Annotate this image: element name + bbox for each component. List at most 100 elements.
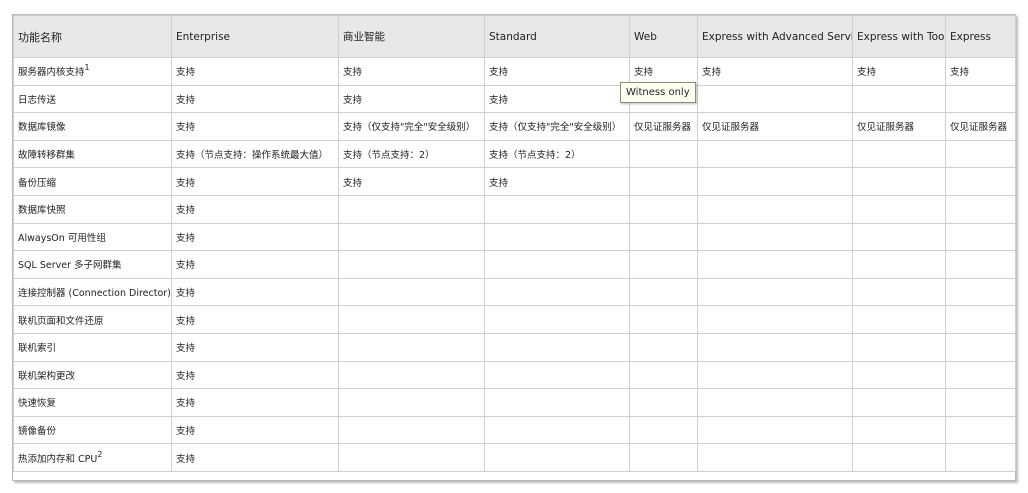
feature-name: 数据库快照 xyxy=(18,205,66,217)
table-cell xyxy=(852,139,946,169)
table-cell: 支持 xyxy=(629,57,698,86)
feature-name-cell: AlwaysOn 可用性组 xyxy=(13,222,172,252)
table-cell xyxy=(697,277,853,307)
table-row: 数据库镜像 支持 支持（仅支持"完全"安全级别） 支持（仅支持"完全"安全级别） 仅见证… xyxy=(13,112,1016,141)
table-cell xyxy=(852,388,946,417)
table-cell xyxy=(484,277,630,307)
table-cell xyxy=(852,222,946,252)
table-cell: 支持 xyxy=(171,57,339,86)
table-cell xyxy=(945,332,1016,362)
feature-name-cell: 服务器内核支持1 xyxy=(13,57,172,86)
table-cell xyxy=(697,332,853,362)
feature-name: 备份压缩 xyxy=(18,177,57,189)
table-cell xyxy=(945,277,1016,307)
table-cell xyxy=(945,443,1016,472)
table-cell xyxy=(338,443,485,472)
table-cell xyxy=(484,194,630,224)
column-header-express: Express xyxy=(945,15,1016,58)
table-row: 故障转移群集 支持（节点支持：操作系统最大值） 支持（节点支持：2） 支持（节点支持：… xyxy=(13,139,1016,169)
feature-name-cell: 数据库镜像 xyxy=(13,112,172,141)
table-cell xyxy=(697,388,853,417)
table-cell xyxy=(484,415,630,445)
table-cell xyxy=(852,167,946,196)
feature-name-cell: 备份压缩 xyxy=(13,167,172,196)
table-cell xyxy=(484,443,630,472)
table-row: 连接控制器 (Connection Director) 支持 xyxy=(13,277,1016,307)
table-cell: 支持（仅支持"完全"安全级别） xyxy=(484,112,630,141)
footnote-marker: 1 xyxy=(84,63,90,73)
table-cell xyxy=(629,332,698,362)
table-row: 联机索引 支持 xyxy=(13,332,1016,362)
feature-name-cell: 联机页面和文件还原 xyxy=(13,305,172,334)
feature-name-cell: 联机索引 xyxy=(13,332,172,362)
table-cell xyxy=(484,388,630,417)
table-cell xyxy=(484,250,630,279)
table-cell: 支持 xyxy=(171,84,339,114)
table-cell xyxy=(945,84,1016,114)
table-cell: 支持 xyxy=(171,415,339,445)
table-cell xyxy=(338,415,485,445)
table-cell xyxy=(338,222,485,252)
feature-name-cell: 故障转移群集 xyxy=(13,139,172,169)
column-header-standard: Standard xyxy=(484,15,630,58)
table-cell: 支持 xyxy=(171,443,339,472)
table-cell xyxy=(852,194,946,224)
table-cell xyxy=(338,305,485,334)
feature-name-cell: 镜像备份 xyxy=(13,415,172,445)
table-cell: 支持 xyxy=(338,84,485,114)
table-cell: 仅见证服务器 xyxy=(697,112,853,141)
table-cell: 支持 xyxy=(171,360,339,390)
feature-name-cell: SQL Server 多子网群集 xyxy=(13,250,172,279)
table-row: 联机架构更改 支持 xyxy=(13,360,1016,390)
witness-only-tooltip: Witness only xyxy=(620,82,696,103)
table-cell xyxy=(697,415,853,445)
table-cell xyxy=(338,277,485,307)
table-cell xyxy=(484,305,630,334)
table-cell xyxy=(629,167,698,196)
feature-name-cell: 联机架构更改 xyxy=(13,360,172,390)
column-header-express-advanced: Express with Advanced Services xyxy=(697,15,853,58)
feature-name: SQL Server 多子网群集 xyxy=(18,260,122,272)
table-cell xyxy=(852,360,946,390)
table-cell xyxy=(338,332,485,362)
table-cell xyxy=(338,388,485,417)
table-cell: 支持（仅支持"完全"安全级别） xyxy=(338,112,485,141)
table-row: 镜像备份 支持 xyxy=(13,415,1016,445)
table-cell xyxy=(629,277,698,307)
table-cell xyxy=(697,222,853,252)
table-row: 数据库快照 支持 xyxy=(13,194,1016,224)
feature-name: 日志传送 xyxy=(18,94,57,106)
table-cell: 支持（节点支持：操作系统最大值） xyxy=(171,139,339,169)
table-cell: 支持 xyxy=(171,305,339,334)
table-cell: 仅见证服务器 xyxy=(945,112,1016,141)
feature-name: 数据库镜像 xyxy=(18,122,66,134)
table-cell: 支持（节点支持：2） xyxy=(338,139,485,169)
feature-name: 热添加内存和 CPU xyxy=(18,453,98,465)
table-cell: 仅见证服务器 xyxy=(629,112,698,141)
table-cell xyxy=(945,388,1016,417)
feature-table-frame: 功能名称 Enterprise 商业智能 Standard Web Expres… xyxy=(12,14,1016,481)
feature-name-cell: 热添加内存和 CPU2 xyxy=(13,443,172,472)
footnote-marker: 2 xyxy=(97,449,103,459)
table-cell: 支持 xyxy=(171,112,339,141)
column-header-business-intelligence: 商业智能 xyxy=(338,15,485,58)
feature-name: 联机页面和文件还原 xyxy=(18,315,104,327)
table-cell xyxy=(697,360,853,390)
table-cell xyxy=(945,139,1016,169)
table-cell xyxy=(945,194,1016,224)
feature-name: 联机索引 xyxy=(18,343,57,355)
column-header-web: Web xyxy=(629,15,698,58)
table-cell: 支持 xyxy=(697,57,853,86)
table-cell xyxy=(697,139,853,169)
table-row: 备份压缩 支持 支持 支持 xyxy=(13,167,1016,196)
table-cell xyxy=(629,388,698,417)
table-cell: 支持（节点支持：2） xyxy=(484,139,630,169)
feature-name: AlwaysOn 可用性组 xyxy=(18,232,106,244)
table-cell: 支持 xyxy=(338,57,485,86)
table-cell xyxy=(629,360,698,390)
table-cell: 仅见证服务器 xyxy=(852,112,946,141)
feature-comparison-table: 功能名称 Enterprise 商业智能 Standard Web Expres… xyxy=(13,15,1016,472)
table-cell xyxy=(697,194,853,224)
table-cell xyxy=(697,167,853,196)
table-cell xyxy=(338,360,485,390)
